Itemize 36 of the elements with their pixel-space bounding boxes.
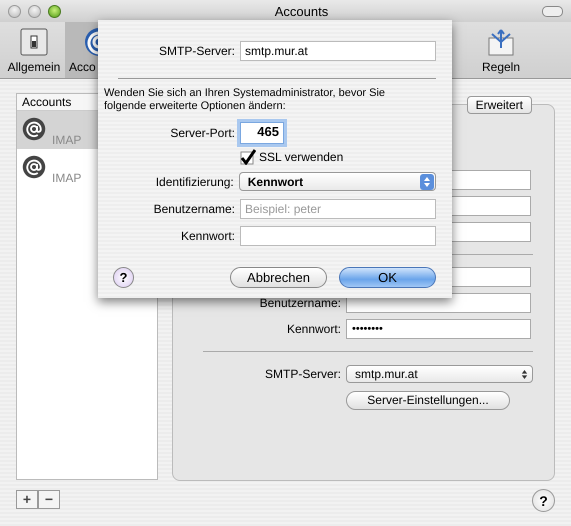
toolbar-item[interactable]: Regeln [469, 22, 533, 78]
add-button[interactable]: + [16, 490, 38, 509]
field-label: Kennwort: [180, 228, 235, 242]
cancel-button[interactable]: Abbrechen [230, 267, 327, 288]
authentication-popup[interactable]: Kennwort [238, 172, 436, 191]
username-field[interactable]: Beispiel: peter [240, 198, 436, 218]
up-down-arrows-icon [420, 174, 434, 190]
help-button[interactable]: ? [532, 489, 555, 512]
close-button[interactable] [8, 4, 21, 18]
text-field[interactable]: •••••••• [346, 319, 531, 339]
switch-icon [18, 26, 50, 58]
minimize-button[interactable] [28, 4, 41, 18]
field-label: Identifizierung: [154, 174, 234, 188]
at-sign-icon [22, 117, 46, 141]
window-title: Accounts [274, 4, 330, 18]
remove-button[interactable]: − [38, 490, 60, 509]
field-label: SMTP-Server: [158, 44, 235, 58]
popup-menu[interactable]: smtp.mur.at [346, 365, 533, 383]
help-button[interactable]: ? [113, 267, 134, 288]
ssl-checkbox[interactable]: SSL verwenden [240, 149, 344, 165]
field-label: Server-Port: [169, 126, 235, 140]
toolbar-toggle-button[interactable] [542, 6, 563, 16]
field-label: Benutzername: [260, 296, 341, 310]
field-label: Benutzername: [152, 202, 235, 216]
up-down-arrows-icon [520, 368, 529, 380]
at-sign-icon [22, 155, 46, 179]
checkmark-icon [240, 149, 256, 165]
toolbar-item[interactable]: Allgemein [3, 22, 65, 78]
zoom-button[interactable] [48, 4, 61, 18]
server-settings-button[interactable]: Server-Einstellungen... [346, 390, 510, 410]
ok-button[interactable]: OK [339, 267, 436, 288]
smtp-server-field[interactable]: smtp.mur.at [240, 41, 436, 61]
field-label: SMTP-Server: [264, 367, 341, 381]
tab[interactable]: Erweitert [466, 96, 532, 114]
password-field[interactable] [240, 226, 436, 246]
field-label: Kennwort: [286, 322, 341, 336]
